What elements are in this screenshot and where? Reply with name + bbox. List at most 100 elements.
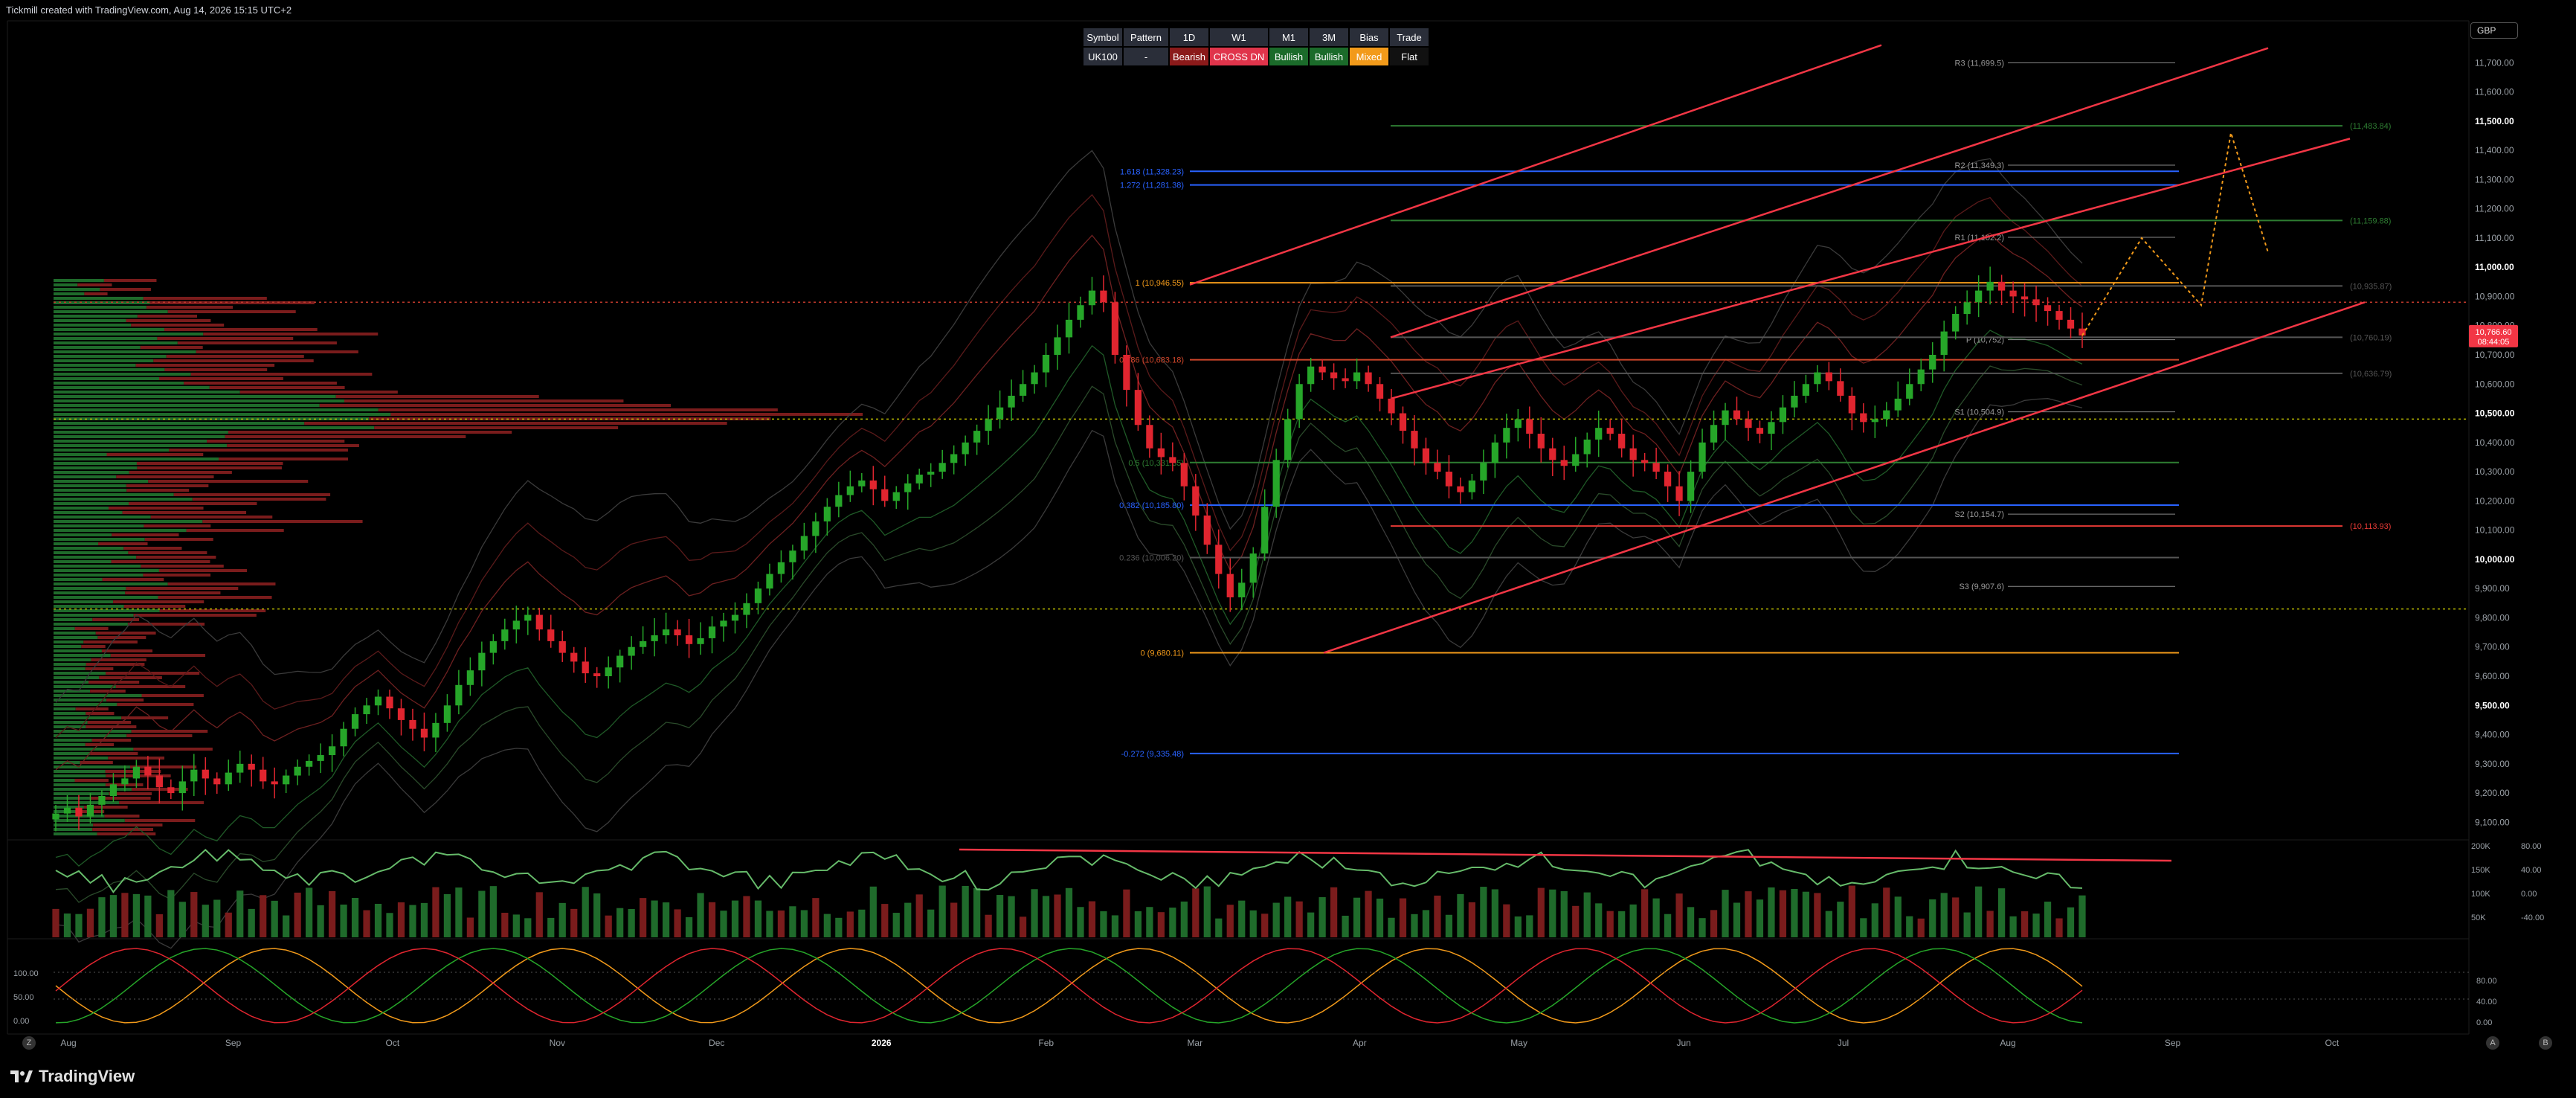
- volume-bar: [731, 900, 739, 937]
- volume-bar: [1848, 885, 1855, 937]
- vp-bar-buy: [54, 382, 184, 385]
- candle-body: [1641, 460, 1649, 463]
- vp-bar-buy: [54, 699, 107, 702]
- vp-bar-sell: [115, 685, 186, 688]
- candle-body: [167, 787, 175, 794]
- vp-bar-buy: [54, 310, 168, 313]
- y-tick-label: 11,000.00: [2475, 262, 2514, 272]
- pivot-label: S3 (9,907.6): [1959, 582, 2004, 591]
- signal-value-4: Bullish: [1269, 48, 1308, 65]
- candle-body: [858, 480, 866, 487]
- volume-bar: [1952, 897, 1960, 937]
- vp-bar-sell: [113, 600, 205, 603]
- candle-body: [317, 755, 324, 761]
- vp-bar-sell: [126, 587, 239, 590]
- last-price-countdown: 08:44:05: [2478, 338, 2510, 347]
- candle-body: [1825, 372, 1832, 382]
- candle-body: [2067, 319, 2075, 329]
- candle-body: [1077, 305, 1084, 320]
- candle-body: [1180, 463, 1188, 487]
- volume-bar: [178, 902, 186, 937]
- volume-bar: [86, 908, 94, 937]
- auto-scale-icon[interactable]: A: [2486, 1036, 2499, 1050]
- volume-bar: [328, 890, 336, 937]
- vp-bar-buy: [54, 516, 151, 518]
- pivot-label: S2 (10,154.7): [1954, 510, 2004, 519]
- volume-bar: [962, 885, 969, 937]
- candle-body: [1549, 448, 1556, 460]
- candle-body: [1192, 486, 1200, 516]
- signal-value-3: CROSS DN: [1210, 48, 1268, 65]
- volume-bar: [1019, 916, 1027, 937]
- vp-bar-buy: [54, 333, 204, 336]
- volume-bar: [1353, 897, 1361, 937]
- vp-bar-sell: [166, 355, 304, 358]
- vp-bar-sell: [125, 591, 221, 594]
- vp-bar-sell: [137, 466, 282, 469]
- volume-bar: [1583, 892, 1591, 937]
- signal-value-5: Bullish: [1310, 48, 1348, 65]
- volume-bar: [1146, 907, 1153, 937]
- volume-bar: [225, 912, 232, 937]
- volume-bar: [1606, 911, 1614, 937]
- volume-bar: [1664, 914, 1672, 937]
- vp-bar-sell: [146, 306, 234, 309]
- volume-bar: [1065, 887, 1073, 937]
- volume-bar: [1295, 901, 1303, 937]
- vp-bar-sell: [74, 627, 109, 630]
- stoch-right-tick: 80.00: [2476, 977, 2497, 986]
- osc-tick-label: 80.00: [2521, 842, 2542, 851]
- y-tick-label: 10,200.00: [2475, 495, 2515, 506]
- candle-body: [386, 696, 393, 709]
- candle-body: [2020, 296, 2029, 300]
- x-tick-label: May: [1510, 1038, 1527, 1048]
- vp-bar-buy: [54, 591, 126, 594]
- candle-body: [132, 766, 140, 779]
- candle-body: [1411, 431, 1418, 449]
- candle-body: [1399, 413, 1407, 431]
- vp-bar-sell: [148, 480, 309, 483]
- candle-body: [1238, 582, 1246, 597]
- vp-bar-buy: [54, 408, 379, 411]
- goto-zoom-icon[interactable]: Z: [22, 1036, 36, 1050]
- vp-bar-buy: [54, 649, 102, 652]
- target-label: (10,113.93): [2350, 522, 2391, 531]
- candle-body: [1134, 390, 1142, 426]
- pivot-label: R2 (11,349.3): [1955, 161, 2004, 170]
- candle-body: [409, 719, 416, 729]
- currency-button[interactable]: GBP: [2470, 22, 2518, 39]
- candle-body: [697, 638, 704, 644]
- volume-bar: [1687, 907, 1695, 937]
- volume-bar: [777, 910, 785, 937]
- x-tick-label: Apr: [1353, 1038, 1367, 1048]
- volume-bar: [1445, 914, 1453, 937]
- candle-body: [1376, 384, 1384, 399]
- vp-bar-sell: [80, 761, 113, 764]
- candle-body: [98, 796, 106, 805]
- vp-bar-buy: [54, 556, 137, 559]
- volume-bar: [1986, 911, 1994, 937]
- vp-bar-sell: [119, 801, 205, 804]
- candle-body: [1963, 302, 1971, 315]
- candle-body: [1940, 331, 1948, 355]
- volume-bar: [1768, 887, 1775, 937]
- stoch-left-tick: 0.00: [13, 1017, 29, 1026]
- vp-bar-buy: [54, 480, 149, 483]
- volume-bar: [1307, 912, 1315, 937]
- vp-bar-buy: [54, 707, 76, 710]
- volume-bar: [260, 895, 267, 937]
- volume-bar: [1825, 911, 1832, 937]
- candle-body: [1583, 439, 1591, 455]
- price-chart[interactable]: 1.618 (11,328.23) 1.272 (11,281.38) 1 (10,…: [0, 0, 2576, 1098]
- volume-bar: [1272, 902, 1280, 937]
- vp-bar-sell: [126, 489, 190, 492]
- settings-icon[interactable]: B: [2539, 1036, 2552, 1050]
- volume-bar: [1549, 889, 1556, 937]
- vp-bar-buy: [54, 632, 96, 635]
- volume-bar: [754, 900, 762, 937]
- volume-bar: [1226, 905, 1234, 937]
- volume-bar: [1169, 908, 1176, 937]
- candle-body: [1008, 395, 1015, 408]
- stoch-left-tick: 100.00: [13, 969, 39, 978]
- volume-bar: [1641, 889, 1649, 937]
